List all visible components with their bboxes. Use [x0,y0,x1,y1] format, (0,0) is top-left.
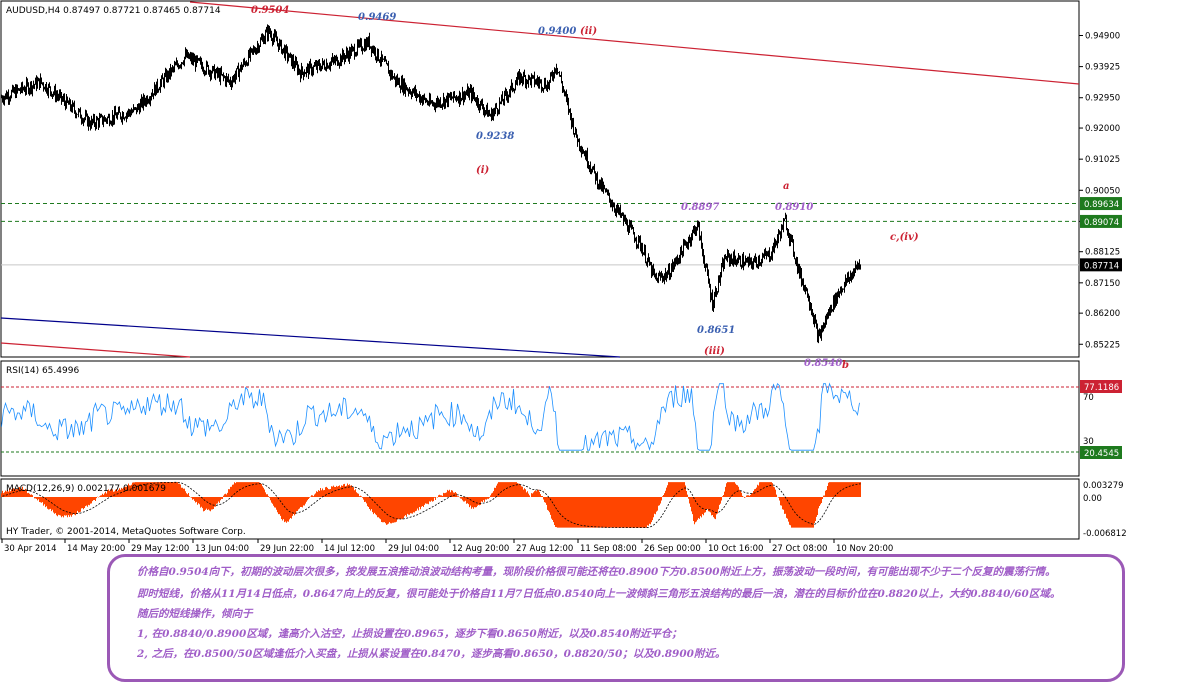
price-tick-label: 0.85225 [1085,340,1120,350]
wave-label: 0.9400 [538,26,576,37]
time-tick-label: 10 Oct 16:00 [708,544,763,554]
price-tick-label: 0.93925 [1085,63,1120,73]
time-tick-label: 10 Nov 20:00 [836,544,893,554]
price-tag-label: 0.89634 [1084,200,1119,210]
wave-label: 0.8651 [697,325,735,336]
commentary-line-5: 2, 之后，在0.8500/50区域逢低介入买盘，止损从紧设置在0.8470，逐… [137,648,726,660]
price-tick-label: 0.91025 [1085,155,1120,165]
price-tag-label: 0.87714 [1084,261,1119,271]
wave-label: 0.9238 [476,131,514,142]
time-tick-label: 29 May 12:00 [131,544,189,554]
price-tick-label: 0.92950 [1085,94,1120,104]
macd-tick-bottom: -0.006812 [1083,529,1127,539]
rsi-tag-high: 77.1186 [1084,383,1119,393]
time-tick-label: 29 Jun 22:00 [260,544,314,554]
wave-label: 0.8910 [775,202,813,213]
time-tick-label: 12 Aug 20:00 [452,544,509,554]
rsi-tag-low: 20.4545 [1084,449,1119,459]
price-tick-label: 0.86200 [1085,309,1120,319]
price-tick-label: 0.90050 [1085,186,1120,196]
commentary-line-3: 随后的短线操作，倾向于 [137,608,253,620]
time-tick-label: 14 Jul 12:00 [324,544,375,554]
price-tick-label: 0.88125 [1085,248,1120,258]
commentary-line-4: 1, 在0.8840/0.8900区域，逢高介入沽空，止损设置在0.8965，逐… [137,628,682,640]
symbol-header: AUDUSD,H4 0.87497 0.87721 0.87465 0.8771… [6,6,221,16]
wave-label: 0.8897 [681,202,719,213]
commentary-line-2: 即时短线，价格从11月14日低点，0.8647向上的反复，很可能处于价格自11月… [137,588,1061,600]
copyright-text: HY Trader, © 2001-2014, MetaQuotes Softw… [6,527,246,537]
price-tick-label: 0.94900 [1085,31,1120,41]
commentary-line-1: 价格自0.9504向下，初期的波动层次很多，按发展五浪推动浪波动结构考量，现阶段… [137,566,1056,578]
time-tick-label: 14 May 20:00 [67,544,125,554]
macd-tick-top: 0.003279 [1083,481,1124,491]
wave-label: (i) [476,165,490,176]
wave-label: (ii) [580,26,597,37]
rsi-tick-70: 70 [1083,393,1094,403]
macd-header: MACD(12,26,9) 0.002177 0.001679 [6,484,166,494]
time-tick-label: 27 Aug 12:00 [516,544,573,554]
time-tick-label: 26 Sep 00:00 [644,544,701,554]
wave-label: 0.9469 [358,12,396,23]
wave-label: (iii) [704,346,725,357]
time-tick-label: 13 Jun 04:00 [195,544,249,554]
price-tick-label: 0.87150 [1085,279,1120,289]
time-tick-label: 11 Sep 08:00 [580,544,637,554]
macd-tick-zero: 0.00 [1083,494,1102,504]
wave-label: b [842,360,849,371]
time-axis: 30 Apr 2014 14 May 20:00 29 May 12:00 13 Ju… [1,539,893,554]
rsi-panel-frame [0,360,1080,477]
price-panel-frame [0,0,1080,358]
wave-label: 0.8540 [804,358,842,369]
price-tick-label: 0.92000 [1085,124,1120,134]
wave-label: 0.9504 [251,5,289,16]
rsi-tick-30: 30 [1083,437,1094,447]
commentary-box: 价格自0.9504向下，初期的波动层次很多，按发展五浪推动浪波动结构考量，现阶段… [107,554,1125,682]
price-axis: 0.94900 0.93925 0.92950 0.92000 0.91025 0.900… [1079,31,1120,350]
time-tick-label: 30 Apr 2014 [4,544,57,554]
price-tags: 0.89634 0.89074 0.87714 [1080,197,1122,272]
time-tick-label: 29 Jul 04:00 [388,544,439,554]
metatrader-chart-window[interactable]: AUDUSD,H4 0.87497 0.87721 0.87465 0.8771… [0,0,1201,555]
rsi-header: RSI(14) 65.4996 [6,366,79,376]
wave-label: a [783,181,789,192]
time-tick-label: 27 Oct 08:00 [772,544,827,554]
wave-label: c,(iv) [890,232,919,243]
price-tag-label: 0.89074 [1084,218,1119,228]
